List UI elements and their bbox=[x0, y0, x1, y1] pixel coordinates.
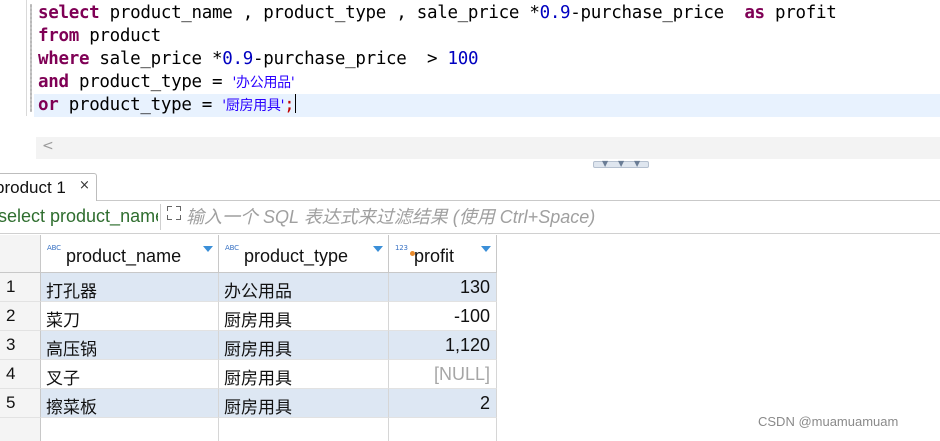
row-number-header[interactable] bbox=[0, 235, 41, 273]
results-grid: ABC product_name ABC product_type 123 pr… bbox=[0, 235, 940, 441]
chevron-down-icon: ▼ bbox=[634, 159, 641, 168]
query-text-label: select product_name bbox=[0, 206, 158, 226]
cell-product-name[interactable]: 菜刀 bbox=[41, 302, 219, 331]
editor-gutter bbox=[26, 0, 27, 116]
code-line-current[interactable]: or product_type = '厨房用具'; bbox=[34, 94, 940, 117]
scroll-left-icon[interactable]: < bbox=[42, 138, 54, 154]
editor-horizontal-scrollbar[interactable]: < bbox=[36, 137, 940, 159]
close-icon[interactable]: × bbox=[79, 178, 90, 193]
code-token-kw: where bbox=[38, 49, 90, 69]
row-number[interactable]: 4 bbox=[0, 360, 41, 389]
cell-profit[interactable]: 2 bbox=[389, 389, 497, 418]
tab-label: product 1 bbox=[0, 178, 66, 197]
code-token-num: 0.9 bbox=[539, 3, 571, 23]
code-token-kw: as bbox=[744, 3, 765, 23]
cell-product-type[interactable]: 厨房用具 bbox=[219, 389, 389, 418]
code-token-plain: product_type = bbox=[68, 72, 233, 92]
expand-icon[interactable] bbox=[167, 206, 181, 220]
code-token-num: 100 bbox=[447, 49, 479, 69]
code-token-plain: profit bbox=[764, 3, 837, 23]
code-line[interactable]: select product_name , product_type , sal… bbox=[38, 2, 837, 25]
result-tab-bar: product 1 × bbox=[0, 171, 940, 202]
row-number[interactable]: 2 bbox=[0, 302, 41, 331]
cell-product-name[interactable]: 擦菜板 bbox=[41, 389, 219, 418]
cell-profit-null[interactable]: [NULL] bbox=[389, 360, 497, 389]
filter-input[interactable] bbox=[186, 204, 936, 231]
empty-column-area bbox=[219, 418, 389, 441]
cell-product-name[interactable]: 高压锅 bbox=[41, 331, 219, 360]
code-token-plain: product bbox=[78, 26, 161, 46]
sort-arrow-icon[interactable] bbox=[203, 246, 213, 252]
cell-product-name[interactable]: 叉子 bbox=[41, 360, 219, 389]
editor-gutter-marker bbox=[30, 4, 32, 112]
code-token-kw: select bbox=[38, 3, 100, 23]
splitter-handle[interactable]: ▼ ▼ ▼ bbox=[593, 159, 649, 168]
empty-column-area bbox=[41, 418, 219, 441]
filter-bar: select product_name bbox=[0, 201, 940, 234]
row-number[interactable]: 1 bbox=[0, 273, 41, 302]
cell-product-type[interactable]: 办公用品 bbox=[219, 273, 389, 302]
code-token-plain: -purchase_price bbox=[570, 3, 745, 23]
text-type-icon: ABC bbox=[225, 244, 239, 252]
code-line[interactable]: and product_type = '办公用品' bbox=[38, 71, 295, 94]
code-token-kw: from bbox=[38, 26, 79, 46]
column-header-product-name[interactable]: ABC product_name bbox=[41, 235, 219, 273]
code-line[interactable]: from product bbox=[38, 25, 161, 48]
cell-product-type[interactable]: 厨房用具 bbox=[219, 302, 389, 331]
row-number[interactable]: 5 bbox=[0, 389, 41, 418]
number-type-icon: 123 bbox=[395, 244, 415, 256]
sql-editor[interactable]: select product_name , product_type , sal… bbox=[0, 0, 940, 138]
column-header-profit[interactable]: 123 profit bbox=[389, 235, 497, 273]
code-token-num: 0.9 bbox=[222, 49, 253, 69]
panel-splitter[interactable]: ▼ ▼ ▼ bbox=[0, 159, 940, 171]
column-header-product-type[interactable]: ABC product_type bbox=[219, 235, 389, 273]
code-token-str: '厨房用具' bbox=[222, 98, 285, 114]
empty-column-area bbox=[389, 418, 497, 441]
row-number-empty bbox=[0, 418, 41, 441]
row-number[interactable]: 3 bbox=[0, 331, 41, 360]
tab-result-product[interactable]: product 1 × bbox=[0, 173, 97, 202]
sort-arrow-icon[interactable] bbox=[373, 246, 383, 252]
cell-profit[interactable]: 1,120 bbox=[389, 331, 497, 360]
watermark: CSDN @muamuamuam bbox=[758, 414, 899, 429]
cell-profit[interactable]: 130 bbox=[389, 273, 497, 302]
code-token-kw: or bbox=[38, 95, 59, 115]
chevron-down-icon: ▼ bbox=[602, 159, 609, 168]
column-label: profit bbox=[414, 246, 455, 266]
code-token-kw: and bbox=[38, 72, 69, 92]
column-label: product_type bbox=[244, 246, 349, 266]
code-token-red: ; bbox=[284, 95, 295, 115]
code-token-str: '办公用品' bbox=[232, 75, 295, 91]
divider bbox=[160, 204, 161, 230]
column-label: product_name bbox=[66, 246, 182, 266]
cell-product-type[interactable]: 厨房用具 bbox=[219, 331, 389, 360]
code-token-plain: sale_price * bbox=[89, 49, 223, 69]
code-token-plain: -purchase_price > bbox=[252, 49, 448, 69]
code-token-plain: product_name , product_type , sale_price… bbox=[99, 3, 540, 23]
text-caret bbox=[295, 94, 297, 113]
code-token-plain: product_type = bbox=[58, 95, 223, 115]
sort-arrow-icon[interactable] bbox=[481, 246, 491, 252]
cell-profit[interactable]: -100 bbox=[389, 302, 497, 331]
code-line[interactable]: where sale_price *0.9-purchase_price > 1… bbox=[38, 48, 478, 71]
cell-product-name[interactable]: 打孔器 bbox=[41, 273, 219, 302]
text-type-icon: ABC bbox=[47, 244, 61, 252]
cell-product-type[interactable]: 厨房用具 bbox=[219, 360, 389, 389]
chevron-down-icon: ▼ bbox=[618, 159, 625, 168]
